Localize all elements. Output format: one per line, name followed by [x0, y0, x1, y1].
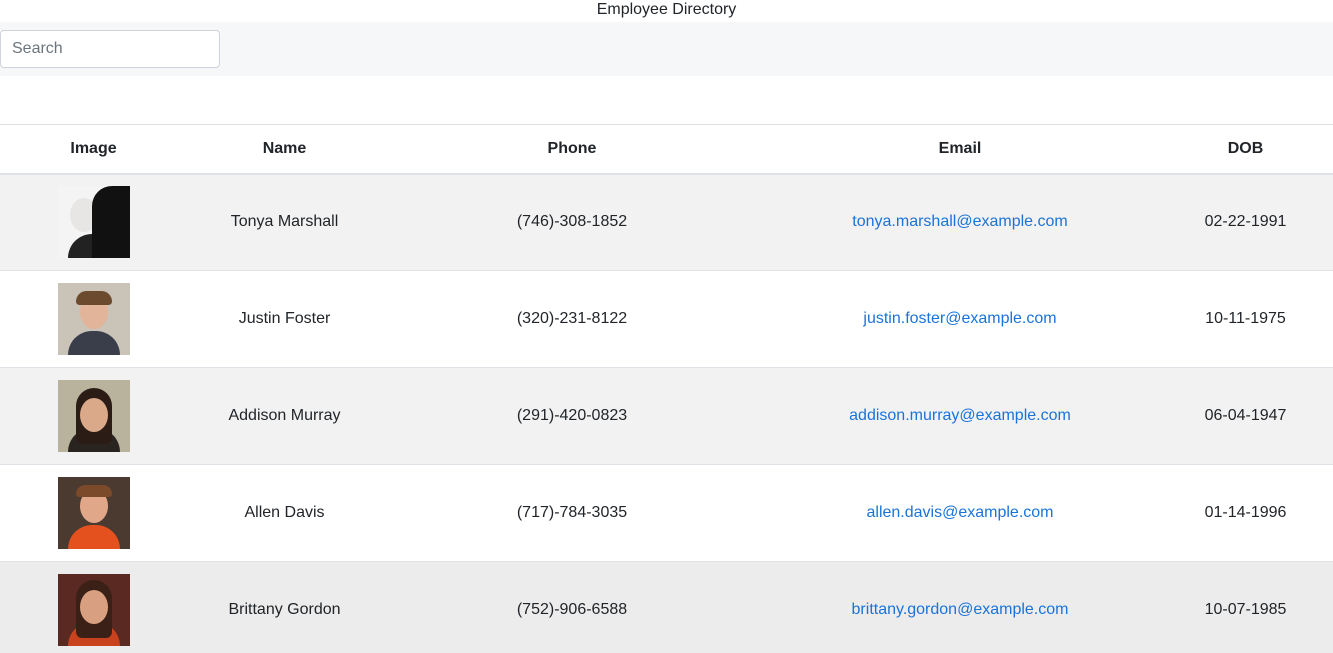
- avatar: [57, 283, 130, 355]
- table-row: Brittany Gordon (752)-906-6588 brittany.…: [0, 561, 1333, 653]
- column-header-phone[interactable]: Phone: [382, 125, 762, 174]
- dob-cell: 10-07-1985: [1204, 601, 1287, 619]
- column-header-dob[interactable]: DOB: [1158, 125, 1333, 174]
- phone-cell: (320)-231-8122: [516, 310, 628, 327]
- name-cell: Brittany Gordon: [228, 601, 341, 619]
- column-header-email[interactable]: Email: [762, 125, 1158, 174]
- image-cell: [0, 465, 187, 562]
- email-link[interactable]: justin.foster@example.com: [863, 310, 1056, 327]
- table-row: Justin Foster (320)-231-8122 justin.fost…: [0, 270, 1333, 368]
- phone-cell: (746)-308-1852: [516, 213, 628, 231]
- name-cell: Allen Davis: [244, 504, 325, 521]
- avatar: [57, 380, 130, 452]
- dob-cell: 01-14-1996: [1204, 504, 1287, 521]
- name-cell: Addison Murray: [228, 407, 341, 424]
- search-input[interactable]: [0, 30, 220, 68]
- image-cell: [0, 271, 187, 368]
- email-cell: addison.murray@example.com: [762, 368, 1158, 465]
- avatar: [57, 186, 130, 259]
- column-header-name[interactable]: Name: [187, 125, 382, 174]
- email-cell: brittany.gordon@example.com: [762, 562, 1158, 653]
- phone-cell: (717)-784-3035: [516, 504, 628, 521]
- avatar: [57, 574, 130, 647]
- dob-cell: 06-04-1947: [1204, 407, 1287, 424]
- name-cell: Justin Foster: [238, 310, 331, 327]
- table-header-row: Image Name Phone Email DOB: [0, 124, 1333, 174]
- email-link[interactable]: tonya.marshall@example.com: [852, 213, 1067, 230]
- phone-cell: (752)-906-6588: [516, 601, 628, 619]
- dob-cell: 02-22-1991: [1204, 213, 1287, 231]
- table-row: Addison Murray (291)-420-0823 addison.mu…: [0, 367, 1333, 465]
- search-bar: [0, 22, 1333, 76]
- dob-cell: 10-11-1975: [1205, 310, 1286, 327]
- email-link[interactable]: addison.murray@example.com: [849, 407, 1071, 424]
- image-cell: [0, 562, 187, 653]
- column-header-image[interactable]: Image: [0, 125, 187, 174]
- avatar: [57, 477, 130, 549]
- page-title: Employee Directory: [596, 1, 737, 18]
- employee-table: Image Name Phone Email DOB Tonya Marshal…: [0, 124, 1333, 653]
- email-cell: allen.davis@example.com: [762, 465, 1158, 562]
- table-row: Tonya Marshall (746)-308-1852 tonya.mars…: [0, 173, 1333, 271]
- email-cell: tonya.marshall@example.com: [762, 174, 1158, 271]
- phone-cell: (291)-420-0823: [516, 407, 628, 424]
- email-link[interactable]: brittany.gordon@example.com: [852, 601, 1069, 618]
- email-link[interactable]: allen.davis@example.com: [867, 504, 1054, 521]
- image-cell: [0, 174, 187, 271]
- email-cell: justin.foster@example.com: [762, 271, 1158, 368]
- image-cell: [0, 368, 187, 465]
- name-cell: Tonya Marshall: [230, 213, 339, 231]
- table-row: Allen Davis (717)-784-3035 allen.davis@e…: [0, 464, 1333, 562]
